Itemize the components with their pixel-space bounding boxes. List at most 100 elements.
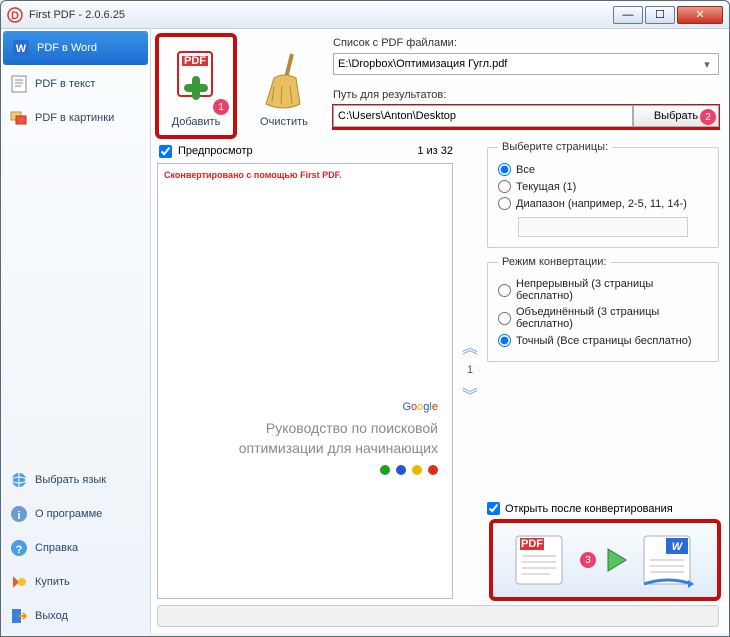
maximize-icon: ☐: [655, 8, 665, 21]
output-path-field[interactable]: [333, 105, 633, 127]
options-column: Выберите страницы: Все Текущая (1) Диапа…: [487, 141, 719, 599]
sidebar-item-label: Выбрать язык: [35, 474, 106, 486]
help-icon: ?: [9, 538, 29, 558]
step-badge-2: 2: [700, 109, 716, 125]
preview-area: Сконвертировано с помощью First PDF. Goo…: [157, 163, 453, 599]
text-icon: [9, 74, 29, 94]
clear-button-label: Очистить: [260, 116, 308, 128]
sidebar-item-label: PDF в картинки: [35, 112, 114, 124]
open-after-label: Открыть после конвертирования: [505, 503, 673, 515]
sidebar-item-help[interactable]: ? Справка: [1, 531, 150, 565]
page-navigation: ︽ 1 ︾: [459, 141, 481, 599]
output-path-row: Выбрать 2: [333, 105, 719, 129]
pages-legend: Выберите страницы:: [498, 141, 612, 153]
preview-checkbox-label: Предпросмотр: [178, 145, 253, 157]
sidebar-item-language[interactable]: Выбрать язык: [1, 463, 150, 497]
minimize-button[interactable]: —: [613, 6, 643, 24]
add-button-label: Добавить: [172, 116, 221, 128]
svg-text:W: W: [16, 43, 27, 55]
convert-button[interactable]: PDF 3 W: [491, 521, 719, 599]
app-window: D First PDF - 2.0.6.25 — ☐ ✕ W PDF в Wor…: [0, 0, 730, 637]
middle-row: Предпросмотр 1 из 32 Сконвертировано с п…: [157, 141, 719, 599]
svg-text:PDF: PDF: [184, 55, 206, 67]
broom-icon: [256, 48, 312, 112]
window-controls: — ☐ ✕: [611, 6, 723, 24]
pdf-source-icon: PDF: [510, 530, 572, 590]
close-button[interactable]: ✕: [677, 6, 723, 24]
output-path-label: Путь для результатов:: [333, 89, 719, 101]
preview-column: Предпросмотр 1 из 32 Сконвертировано с п…: [157, 141, 453, 599]
clear-button[interactable]: Очистить: [245, 35, 323, 137]
preview-checkbox[interactable]: [159, 145, 172, 158]
next-page-icon[interactable]: ︾: [462, 382, 478, 406]
step-badge-3: 3: [580, 552, 596, 568]
pages-fieldset: Выберите страницы: Все Текущая (1) Диапа…: [487, 141, 719, 248]
buy-icon: [9, 572, 29, 592]
open-after-checkbox[interactable]: [487, 502, 500, 515]
preview-header: Предпросмотр 1 из 32: [157, 141, 453, 161]
sidebar-item-exit[interactable]: Выход: [1, 599, 150, 633]
dropdown-icon[interactable]: ▾: [700, 58, 714, 71]
radio-current-page[interactable]: Текущая (1): [498, 180, 708, 193]
page-range-input[interactable]: [518, 217, 688, 237]
svg-text:PDF: PDF: [521, 538, 543, 550]
sidebar-item-pdf-to-word[interactable]: W PDF в Word: [3, 31, 148, 65]
radio-mode-exact[interactable]: Точный (Все страницы бесплатно): [498, 334, 708, 347]
file-list-combo[interactable]: ▾: [333, 53, 719, 75]
browse-button-label: Выбрать: [654, 110, 698, 122]
content-area: W PDF в Word PDF в текст PDF в картинки …: [1, 29, 729, 633]
sidebar-item-about[interactable]: i О программе: [1, 497, 150, 531]
globe-icon: [9, 470, 29, 490]
window-title: First PDF - 2.0.6.25: [29, 9, 611, 21]
close-icon: ✕: [695, 8, 704, 21]
sidebar-item-pdf-to-images[interactable]: PDF в картинки: [1, 101, 150, 135]
sidebar-item-label: PDF в Word: [37, 42, 97, 54]
svg-text:i: i: [17, 510, 20, 522]
current-page-number: 1: [467, 364, 473, 376]
radio-mode-continuous[interactable]: Непрерывный (3 страницы бесплатно): [498, 278, 708, 302]
word-target-icon: W: [638, 530, 700, 590]
maximize-button[interactable]: ☐: [645, 6, 675, 24]
top-row: PDF 1 Добавить Очистить Список с PDF фай…: [157, 35, 719, 137]
google-logo: Google: [172, 387, 438, 417]
open-after-checkbox-row[interactable]: Открыть после конвертирования: [487, 502, 719, 515]
preview-document: Google Руководство по поисковой оптимиза…: [158, 387, 452, 478]
sidebar-item-label: О программе: [35, 508, 102, 520]
sidebar-item-buy[interactable]: Купить: [1, 565, 150, 599]
play-icon: [604, 547, 630, 573]
svg-text:?: ?: [16, 544, 23, 556]
word-icon: W: [11, 38, 31, 58]
sidebar-item-label: Выход: [35, 610, 68, 622]
main-panel: PDF 1 Добавить Очистить Список с PDF фай…: [151, 29, 729, 633]
add-button[interactable]: PDF 1 Добавить: [157, 35, 235, 137]
radio-all-pages[interactable]: Все: [498, 163, 708, 176]
info-icon: i: [9, 504, 29, 524]
radio-mode-merged[interactable]: Объединённый (3 страницы бесплатно): [498, 306, 708, 330]
preview-line1: Руководство по поисковой: [172, 419, 438, 437]
images-icon: [9, 108, 29, 128]
browse-button[interactable]: Выбрать 2: [633, 105, 719, 127]
footer-area: Открыть после конвертирования PDF 3: [487, 496, 719, 599]
prev-page-icon[interactable]: ︽: [462, 334, 478, 358]
titlebar: D First PDF - 2.0.6.25 — ☐ ✕: [1, 1, 729, 29]
file-list-input[interactable]: [338, 58, 700, 70]
mode-legend: Режим конвертации:: [498, 256, 611, 268]
page-counter: 1 из 32: [417, 145, 453, 157]
mode-fieldset: Режим конвертации: Непрерывный (3 страни…: [487, 256, 719, 362]
radio-range-pages[interactable]: Диапазон (например, 2-5, 11, 14-): [498, 197, 708, 210]
preview-line2: оптимизации для начинающих: [172, 439, 438, 457]
file-list-label: Список с PDF файлами:: [333, 37, 719, 49]
sidebar-item-label: Купить: [35, 576, 70, 588]
step-badge-1: 1: [213, 99, 229, 115]
sidebar: W PDF в Word PDF в текст PDF в картинки …: [1, 29, 151, 633]
app-icon: D: [7, 7, 23, 23]
svg-text:D: D: [11, 10, 19, 22]
output-path-input[interactable]: [338, 110, 628, 122]
preview-dots: [172, 465, 438, 478]
sidebar-spacer: [1, 135, 150, 463]
minimize-icon: —: [623, 9, 634, 21]
sidebar-item-pdf-to-text[interactable]: PDF в текст: [1, 67, 150, 101]
sidebar-item-label: Справка: [35, 542, 78, 554]
sidebar-item-label: PDF в текст: [35, 78, 95, 90]
preview-watermark: Сконвертировано с помощью First PDF.: [164, 170, 446, 180]
